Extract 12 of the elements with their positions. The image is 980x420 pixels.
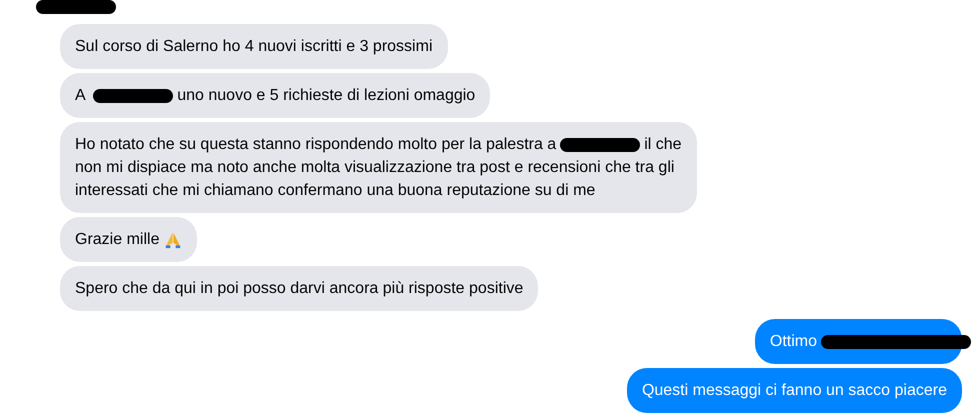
message-text: non mi dispiace ma noto anche molta visualizzazione tra post e recensioni che tra gli [75,158,674,178]
message-text: Ottimo [770,332,817,352]
message-text: Ho notato che su questa stanno rispondendo molto per la palestra a [75,135,556,155]
message-text: il che [644,135,682,155]
message-text: A [75,86,86,106]
message-text: uno nuovo e 5 richieste di lezioni omaggio [177,86,476,106]
message-text: Questi messaggi ci fanno un sacco piacere [642,381,947,401]
message-text: Spero che da qui in poi posso darvi ancora più risposte positive [75,279,524,299]
message-text: interessati che mi chiamano confermano una buona reputazione su di me [75,181,596,201]
praying-hands-icon [164,230,182,248]
message-text: Grazie mille [75,230,160,250]
message-text: Sul corso di Salerno ho 4 nuovi iscritti e 3 prossimi [75,37,432,57]
